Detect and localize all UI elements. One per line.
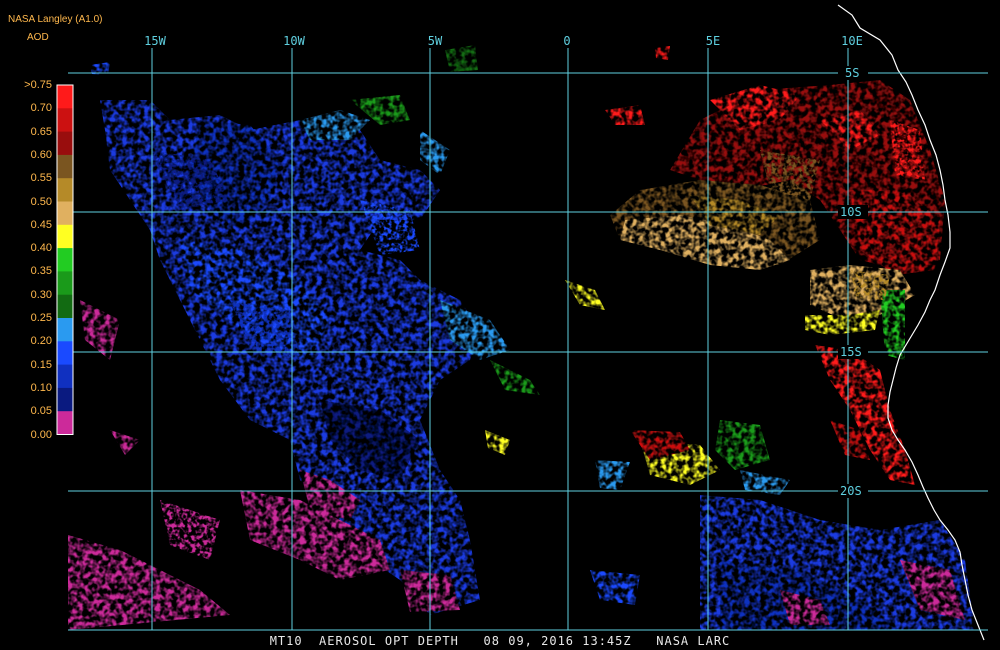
- legend-swatch-10: [57, 318, 73, 342]
- footer-caption: MT10 AEROSOL OPT DEPTH 08 09, 2016 13:45…: [269, 634, 731, 648]
- lon-label-5w: 5W: [428, 34, 443, 48]
- lon-label-10w: 10W: [283, 34, 305, 48]
- aerosol-map: 15W 10W 5W 0 5E 10E 5S 10S 15S 20S: [56, 4, 988, 641]
- legend-label-15: 0.00: [30, 428, 52, 441]
- lon-label-0: 0: [563, 34, 570, 48]
- legend-color-bar: [56, 84, 74, 435]
- legend-swatch-4: [57, 178, 73, 202]
- legend-swatch-8: [57, 271, 73, 296]
- legend-swatch-7: [57, 248, 73, 272]
- lat-label-10s: 10S: [840, 205, 862, 219]
- legend-label-7: 0.40: [30, 242, 52, 255]
- legend-swatch-12: [57, 364, 73, 389]
- legend-label-5: 0.50: [30, 195, 52, 208]
- legend-swatch-3: [57, 154, 73, 179]
- legend-label-12: 0.15: [30, 358, 52, 371]
- lat-label-15s: 15S: [840, 345, 862, 359]
- legend-swatch-6: [57, 224, 73, 249]
- legend-label-6: 0.45: [30, 218, 52, 231]
- legend-label-3: 0.60: [30, 148, 52, 161]
- legend-label-14: 0.05: [30, 405, 52, 418]
- legend-swatch-9: [57, 294, 73, 319]
- legend-label-1: 0.70: [30, 102, 52, 115]
- legend-label-2: 0.65: [30, 125, 52, 138]
- legend-label-13: 0.10: [30, 381, 52, 394]
- legend-label-11: 0.20: [30, 335, 52, 348]
- legend-label-4: 0.55: [30, 172, 52, 185]
- legend-swatch-5: [57, 201, 73, 226]
- field-label: AOD: [27, 32, 49, 43]
- legend-swatch-14: [57, 411, 73, 435]
- legend-label-10: 0.25: [30, 312, 52, 324]
- legend-label-9: 0.30: [30, 288, 52, 301]
- lon-label-15w: 15W: [144, 34, 166, 48]
- legend-swatch-13: [57, 387, 73, 412]
- legend-swatch-0: [57, 85, 73, 109]
- lon-label-10e: 10E: [841, 34, 863, 48]
- source-label: NASA Langley (A1.0): [8, 14, 103, 25]
- lat-label-20s: 20S: [840, 484, 862, 498]
- lon-label-5e: 5E: [706, 34, 720, 48]
- legend-label-0: >0.75: [24, 79, 52, 91]
- legend-swatch-2: [57, 131, 73, 156]
- legend-label-8: 0.35: [30, 265, 52, 278]
- lat-label-5s: 5S: [845, 66, 859, 80]
- legend-swatch-11: [57, 341, 73, 366]
- legend-swatch-1: [57, 108, 73, 133]
